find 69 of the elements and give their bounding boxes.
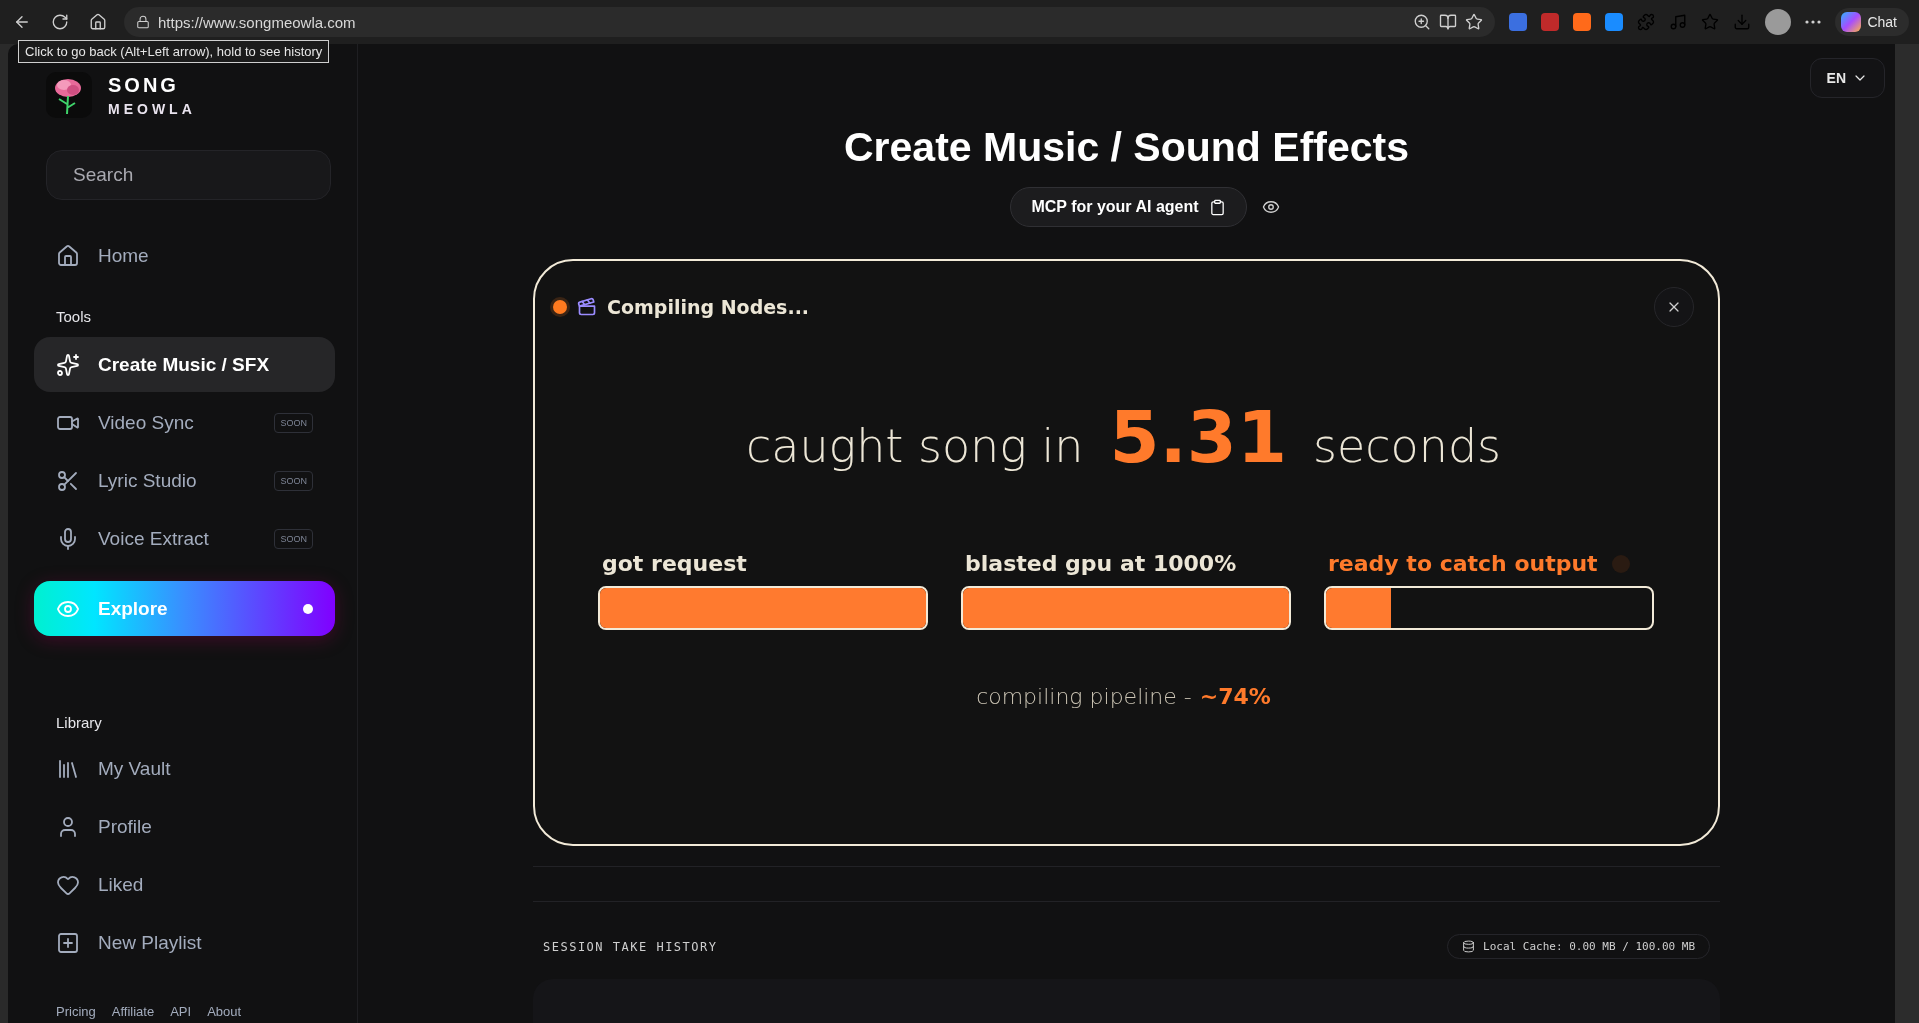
download-icon — [1733, 13, 1752, 31]
stage-label: ready to catch output — [1327, 551, 1598, 576]
eye-icon — [1261, 198, 1280, 216]
lock-icon — [136, 15, 150, 29]
section-heading: SESSION TAKE HISTORY — [543, 939, 718, 954]
close-button[interactable] — [1654, 287, 1694, 327]
puzzle-icon — [1637, 13, 1656, 31]
stage-dot — [1611, 554, 1630, 573]
page-title: Create Music / Sound Effects — [844, 124, 1409, 171]
section-heading: Library — [55, 714, 103, 731]
scissors-icon — [56, 468, 80, 493]
footer-link[interactable]: Affiliate — [111, 1004, 155, 1019]
plus-square-icon — [56, 930, 80, 955]
progress-label: compiling pipeline - — [976, 684, 1192, 709]
brand-name: MEOWLA — [108, 100, 196, 117]
elapsed-time: 5.31 — [1109, 395, 1288, 479]
home-icon — [89, 13, 107, 31]
status-text: Compiling Nodes... — [607, 296, 811, 318]
clapperboard-icon — [577, 297, 597, 317]
refresh-icon — [51, 13, 69, 31]
sidebar-item[interactable]: New Playlist — [34, 915, 335, 970]
url-text: https://www.songmeowla.com — [158, 13, 356, 31]
mcp-button[interactable]: MCP for your AI agent — [1010, 187, 1247, 227]
section-heading: Tools — [55, 308, 93, 325]
footer-link[interactable]: Pricing — [56, 1004, 96, 1019]
back-icon — [13, 13, 31, 31]
search-field[interactable]: Search — [46, 150, 331, 200]
language-select[interactable]: EN — [1809, 58, 1885, 98]
extension-icon[interactable] — [1573, 13, 1592, 31]
reader-icon — [1439, 13, 1458, 31]
clipboard-icon — [1208, 198, 1226, 216]
dot-icon — [303, 603, 313, 614]
sidebar-item[interactable]: Liked — [34, 857, 335, 912]
tooltip: Click to go back (Alt+Left arrow), hold to see history — [18, 40, 330, 63]
extension-icon[interactable] — [1509, 13, 1528, 31]
sidebar-item[interactable]: Create Music / SFX — [34, 337, 335, 392]
extension-icon[interactable] — [1605, 13, 1624, 31]
soon-badge: SOON — [274, 412, 313, 433]
sidebar-item[interactable]: My Vault — [34, 741, 335, 796]
sidebar-item[interactable]: Lyric Studio SOON — [34, 453, 335, 508]
zoom-icon — [1413, 13, 1432, 31]
address-bar[interactable]: https://www.songmeowla.com — [124, 7, 1496, 37]
soon-badge: SOON — [274, 528, 313, 549]
copilot-icon — [1841, 12, 1862, 32]
sidebar-item[interactable]: Video Sync SOON — [34, 395, 335, 450]
home-icon — [56, 243, 80, 268]
extension-icon[interactable] — [1541, 13, 1560, 31]
more-icon[interactable] — [1805, 20, 1822, 24]
database-icon — [1462, 940, 1476, 953]
stage-label: blasted gpu at 1000% — [964, 551, 1237, 576]
progress-value: ~74% — [1199, 684, 1271, 709]
favorites-icon — [1701, 13, 1720, 31]
sidebar-item[interactable]: Profile — [34, 799, 335, 854]
footer-link[interactable]: About — [207, 1004, 242, 1019]
logo-icon — [46, 72, 92, 118]
star-icon — [1465, 13, 1484, 31]
chat-button[interactable]: Chat — [1835, 8, 1909, 36]
music-icon — [1669, 13, 1688, 31]
headline-text: seconds — [1313, 419, 1502, 473]
footer-link[interactable]: API — [170, 1004, 192, 1019]
soon-badge: SOON — [274, 470, 313, 491]
sparkles-icon — [56, 352, 80, 377]
brand-name: SONG — [108, 73, 180, 97]
sidebar-item[interactable]: Home — [34, 228, 335, 283]
sidebar-item[interactable]: Voice Extract SOON — [34, 511, 335, 566]
headline-text: caught song in — [745, 419, 1084, 473]
status-dot — [553, 300, 567, 314]
avatar[interactable] — [1765, 9, 1792, 35]
stage-label: got request — [601, 551, 747, 576]
